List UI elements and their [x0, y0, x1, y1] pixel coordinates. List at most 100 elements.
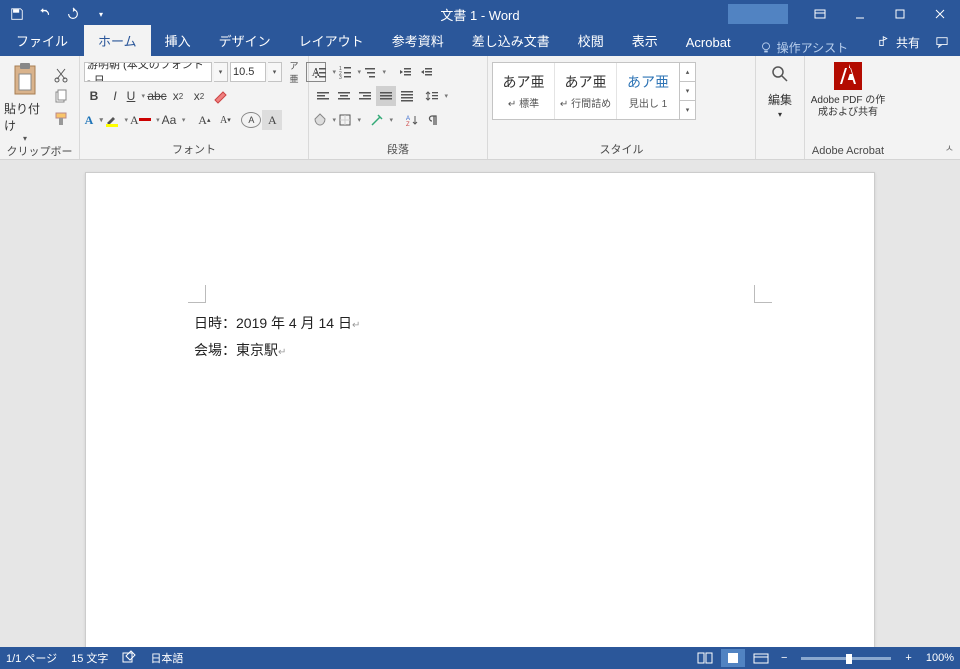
font-size-drop[interactable]: ▾: [268, 62, 282, 82]
enclosed-char-button[interactable]: A: [241, 112, 261, 128]
save-button[interactable]: [6, 3, 28, 25]
tab-file[interactable]: ファイル: [0, 25, 84, 56]
svg-text:3: 3: [339, 75, 342, 79]
char-shading-button[interactable]: A: [262, 110, 282, 130]
gallery-more-button[interactable]: ▾: [680, 101, 695, 119]
qat-customize-button[interactable]: ▾: [90, 3, 112, 25]
group-label-paragraph: 段落: [313, 141, 483, 159]
minimize-button[interactable]: [840, 0, 880, 28]
proofing-button[interactable]: [122, 650, 136, 667]
align-center-button[interactable]: [334, 86, 354, 106]
word-count[interactable]: 15 文字: [71, 650, 108, 666]
tell-me-search[interactable]: 操作アシスト: [745, 39, 849, 56]
tab-references[interactable]: 参考資料: [378, 25, 458, 56]
share-button[interactable]: 共有: [878, 34, 920, 51]
highlight-button[interactable]: [105, 110, 129, 130]
zoom-out-button[interactable]: −: [777, 652, 791, 664]
shrink-font-button[interactable]: A▾: [215, 110, 235, 130]
tab-review[interactable]: 校閲: [564, 25, 618, 56]
text-line-2[interactable]: 会場：東京駅: [194, 342, 278, 358]
borders-button[interactable]: [338, 110, 362, 130]
indent-dec-button[interactable]: [395, 62, 415, 82]
print-layout-button[interactable]: [721, 649, 745, 667]
margin-mark-tl: [188, 285, 206, 303]
language[interactable]: 日本語: [150, 650, 183, 666]
change-case-button[interactable]: Aa: [162, 110, 187, 130]
collapse-ribbon-button[interactable]: ㅅ: [945, 140, 954, 155]
font-color-button[interactable]: A: [130, 110, 161, 130]
read-mode-button[interactable]: [693, 649, 717, 667]
indent-inc-button[interactable]: [416, 62, 436, 82]
show-marks-button[interactable]: [423, 110, 443, 130]
ribbon: 貼り付け ▾ クリップボード 游明朝 (本文のフォント - 日▾ 10.5▾ ア…: [0, 56, 960, 160]
line-spacing-button[interactable]: [425, 86, 449, 106]
window-title: 文書 1 - Word: [440, 5, 519, 24]
align-left-button[interactable]: [313, 86, 333, 106]
page[interactable]: 日時：2019 年 4 月 14 日↵ 会場：東京駅↵: [85, 172, 875, 647]
phonetic-guide-button[interactable]: ア亜: [284, 62, 304, 82]
tab-home[interactable]: ホーム: [84, 25, 151, 56]
web-layout-button[interactable]: [749, 649, 773, 667]
gallery-down-button[interactable]: ▾: [680, 82, 695, 101]
close-button[interactable]: [920, 0, 960, 28]
style-normal[interactable]: あア亜 ↵ 標準: [493, 63, 555, 119]
distribute-button[interactable]: [397, 86, 417, 106]
bullets-button[interactable]: [313, 62, 337, 82]
group-clipboard: 貼り付け ▾ クリップボード: [0, 56, 80, 159]
status-bar: 1/1 ページ 15 文字 日本語 − + 100%: [0, 647, 960, 669]
comments-button[interactable]: [930, 28, 954, 56]
font-name-drop[interactable]: ▾: [214, 62, 228, 82]
cut-button[interactable]: [52, 66, 70, 84]
tab-layout[interactable]: レイアウト: [285, 25, 378, 56]
zoom-level[interactable]: 100%: [926, 652, 954, 664]
search-icon: [770, 64, 790, 84]
underline-button[interactable]: U: [126, 86, 146, 106]
user-account-box[interactable]: [728, 4, 788, 24]
adobe-pdf-button[interactable]: Adobe PDF の作成および共有: [809, 62, 887, 119]
paragraph-mark: ↵: [278, 347, 286, 358]
paste-button[interactable]: 貼り付け ▾: [4, 62, 46, 143]
zoom-thumb[interactable]: [846, 654, 852, 664]
asian-layout-button[interactable]: [370, 110, 394, 130]
bold-button[interactable]: B: [84, 86, 104, 106]
italic-button[interactable]: I: [105, 86, 125, 106]
tab-design[interactable]: デザイン: [205, 25, 285, 56]
tab-insert[interactable]: 挿入: [151, 25, 205, 56]
style-heading1[interactable]: あア亜 見出し 1: [617, 63, 679, 119]
superscript-button[interactable]: x2: [189, 86, 209, 106]
copy-button[interactable]: [52, 88, 70, 106]
numbering-button[interactable]: 123: [338, 62, 362, 82]
redo-button[interactable]: [62, 3, 84, 25]
share-icon: [878, 35, 892, 49]
tab-view[interactable]: 表示: [618, 25, 672, 56]
shading-button[interactable]: [313, 110, 337, 130]
group-acrobat: Adobe PDF の作成および共有 Adobe Acrobat: [805, 56, 891, 159]
align-right-button[interactable]: [355, 86, 375, 106]
editing-button[interactable]: [770, 64, 790, 87]
format-painter-button[interactable]: [52, 110, 70, 128]
paragraph-mark: ↵: [352, 320, 360, 331]
tab-mailings[interactable]: 差し込み文書: [458, 25, 564, 56]
tab-acrobat[interactable]: Acrobat: [672, 29, 745, 56]
text-effects-button[interactable]: A: [84, 110, 104, 130]
style-no-spacing[interactable]: あア亜 ↵ 行間詰め: [555, 63, 617, 119]
multilevel-button[interactable]: [363, 62, 387, 82]
align-justify-button[interactable]: [376, 86, 396, 106]
gallery-up-button[interactable]: ▴: [680, 63, 695, 82]
zoom-slider[interactable]: [801, 657, 891, 660]
undo-button[interactable]: [34, 3, 56, 25]
zoom-in-button[interactable]: +: [901, 652, 915, 664]
subscript-button[interactable]: x2: [168, 86, 188, 106]
text-line-1[interactable]: 日時：2019 年 4 月 14 日: [194, 315, 352, 331]
document-area[interactable]: 日時：2019 年 4 月 14 日↵ 会場：東京駅↵: [0, 160, 960, 647]
document-content[interactable]: 日時：2019 年 4 月 14 日↵ 会場：東京駅↵: [194, 311, 360, 365]
maximize-button[interactable]: [880, 0, 920, 28]
strike-button[interactable]: abc: [147, 86, 167, 106]
ribbon-display-button[interactable]: [800, 0, 840, 28]
grow-font-button[interactable]: A▴: [194, 110, 214, 130]
page-count[interactable]: 1/1 ページ: [6, 650, 57, 666]
sort-button[interactable]: AZ: [402, 110, 422, 130]
font-name-select[interactable]: 游明朝 (本文のフォント - 日: [84, 62, 212, 82]
clear-format-button[interactable]: [210, 86, 230, 106]
font-size-select[interactable]: 10.5: [230, 62, 266, 82]
